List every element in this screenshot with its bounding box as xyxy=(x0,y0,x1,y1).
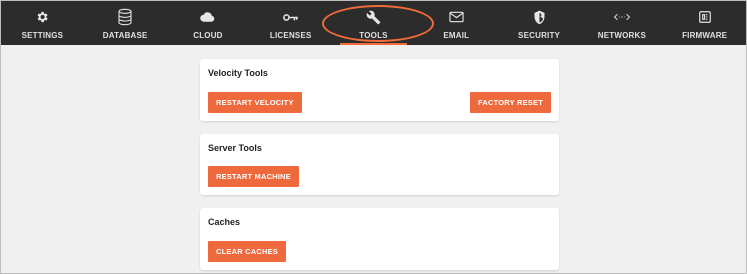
card-title: Caches xyxy=(208,217,241,227)
nav-item-cloud[interactable]: CLOUD xyxy=(167,1,250,45)
nav-item-licenses[interactable]: LICENSES xyxy=(249,1,332,45)
main-content: Velocity Tools RESTART VELOCITY FACTORY … xyxy=(1,45,746,273)
card-title: Velocity Tools xyxy=(208,68,268,78)
network-arrows-icon xyxy=(613,7,630,27)
nav-item-email[interactable]: EMAIL xyxy=(415,1,498,45)
nav-item-firmware[interactable]: FIRMWARE xyxy=(663,1,746,45)
nav-item-security[interactable]: SECURITY xyxy=(498,1,581,45)
gear-icon xyxy=(35,7,49,27)
restart-machine-button[interactable]: RESTART MACHINE xyxy=(208,166,299,187)
factory-reset-button[interactable]: FACTORY RESET xyxy=(470,92,551,113)
database-icon xyxy=(117,7,133,27)
cloud-icon xyxy=(200,7,215,27)
nav-label: DATABASE xyxy=(102,31,148,40)
shield-icon xyxy=(533,7,546,27)
envelope-icon xyxy=(449,7,464,27)
restart-velocity-button[interactable]: RESTART VELOCITY xyxy=(208,92,302,113)
server-tools-card: Server Tools RESTART MACHINE xyxy=(200,134,559,195)
nav-item-networks[interactable]: NETWORKS xyxy=(580,1,663,45)
velocity-tools-card: Velocity Tools RESTART VELOCITY FACTORY … xyxy=(200,59,559,121)
clear-caches-button[interactable]: CLEAR CACHES xyxy=(208,241,286,262)
nav-label: TOOLS xyxy=(359,31,388,40)
nav-item-database[interactable]: DATABASE xyxy=(84,1,167,45)
nav-label: EMAIL xyxy=(443,31,470,40)
card-title: Server Tools xyxy=(208,143,262,153)
key-icon xyxy=(282,7,299,27)
nav-label: NETWORKS xyxy=(597,31,646,40)
nav-label: CLOUD xyxy=(193,31,223,40)
wrench-icon xyxy=(366,7,381,27)
nav-label: SECURITY xyxy=(518,31,561,40)
nav-label: LICENSES xyxy=(269,31,312,40)
nav-item-tools[interactable]: TOOLS xyxy=(332,1,415,45)
caches-card: Caches CLEAR CACHES xyxy=(200,208,559,270)
chip-icon xyxy=(698,7,712,27)
top-navigation: SETTINGS DATABASE CLOUD LICENSES TOOLS E… xyxy=(1,1,746,45)
nav-item-settings[interactable]: SETTINGS xyxy=(1,1,84,45)
nav-label: FIRMWARE xyxy=(682,31,728,40)
nav-label: SETTINGS xyxy=(21,31,64,40)
